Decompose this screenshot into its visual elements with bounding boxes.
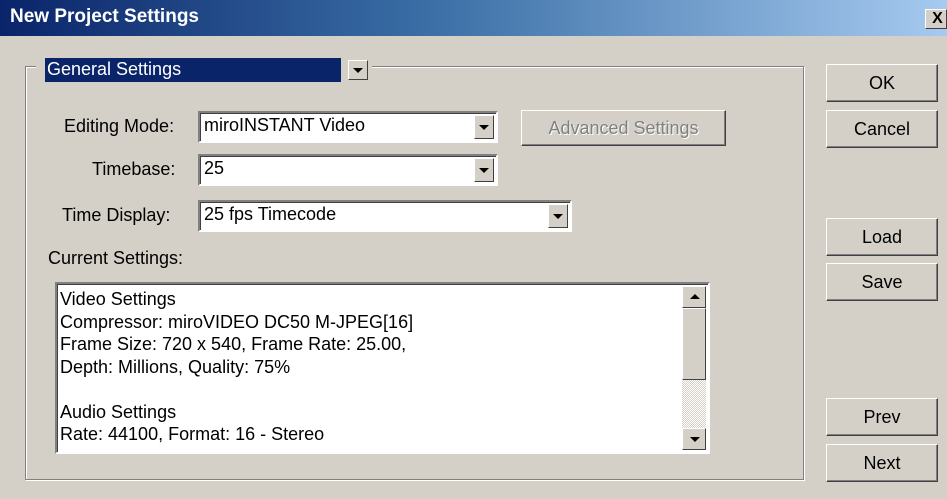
arrow-up-icon [690, 294, 700, 299]
settings-line: Rate: 44100, Format: 16 - Stereo [60, 424, 325, 444]
time-display-label: Time Display: [62, 205, 171, 225]
chevron-down-icon [479, 125, 489, 130]
settings-line: Video Settings [60, 289, 176, 309]
save-button[interactable]: Save [826, 263, 938, 301]
settings-category-value: General Settings [45, 58, 341, 82]
timebase-dropdown[interactable]: 25 [198, 154, 498, 186]
settings-line: Compressor: miroVIDEO DC50 M-JPEG[16] [60, 311, 414, 332]
chevron-down-icon [553, 214, 563, 219]
time-display-dropdown-button[interactable] [548, 204, 568, 228]
scroll-down-button[interactable] [682, 428, 706, 450]
close-button[interactable]: X [925, 9, 947, 29]
settings-category-dropdown[interactable]: General Settings [36, 56, 372, 84]
editing-mode-dropdown[interactable]: miroINSTANT Video [198, 111, 498, 143]
editing-mode-dropdown-button[interactable] [474, 115, 494, 139]
advanced-settings-label: Advanced Settings [548, 118, 699, 138]
window-title: New Project Settings [10, 6, 199, 27]
time-display-value: 25 fps Timecode [204, 204, 337, 224]
settings-line: Audio Settings [60, 401, 177, 422]
load-button[interactable]: Load [826, 218, 938, 256]
prev-button[interactable]: Prev [826, 398, 938, 436]
timebase-label: Timebase: [92, 159, 176, 179]
scroll-thumb[interactable] [682, 308, 706, 380]
settings-line: Depth: Millions, Quality: 75% [60, 356, 291, 377]
current-settings-textarea[interactable]: Video Settings Compressor: miroVIDEO DC5… [55, 282, 710, 454]
next-button[interactable]: Next [826, 444, 938, 482]
settings-line [60, 378, 413, 401]
cancel-button[interactable]: Cancel [826, 110, 938, 148]
arrow-down-icon [690, 437, 700, 442]
advanced-settings-button[interactable]: Advanced Settings [521, 110, 726, 146]
close-icon: X [932, 10, 943, 27]
chevron-down-icon [353, 68, 363, 73]
editing-mode-value: miroINSTANT Video [204, 115, 366, 135]
timebase-dropdown-button[interactable] [474, 158, 494, 182]
current-settings-text: Video Settings Compressor: miroVIDEO DC5… [60, 288, 413, 446]
current-settings-label: Current Settings: [48, 248, 184, 268]
vertical-scrollbar[interactable] [682, 286, 706, 450]
editing-mode-label: Editing Mode: [64, 116, 175, 136]
scroll-up-button[interactable] [682, 286, 706, 308]
timebase-value: 25 [204, 158, 225, 178]
ok-button[interactable]: OK [826, 64, 938, 102]
settings-line: Frame Size: 720 x 540, Frame Rate: 25.00… [60, 334, 407, 354]
settings-category-dropdown-button[interactable] [348, 60, 368, 80]
time-display-dropdown[interactable]: 25 fps Timecode [198, 200, 572, 232]
chevron-down-icon [479, 168, 489, 173]
